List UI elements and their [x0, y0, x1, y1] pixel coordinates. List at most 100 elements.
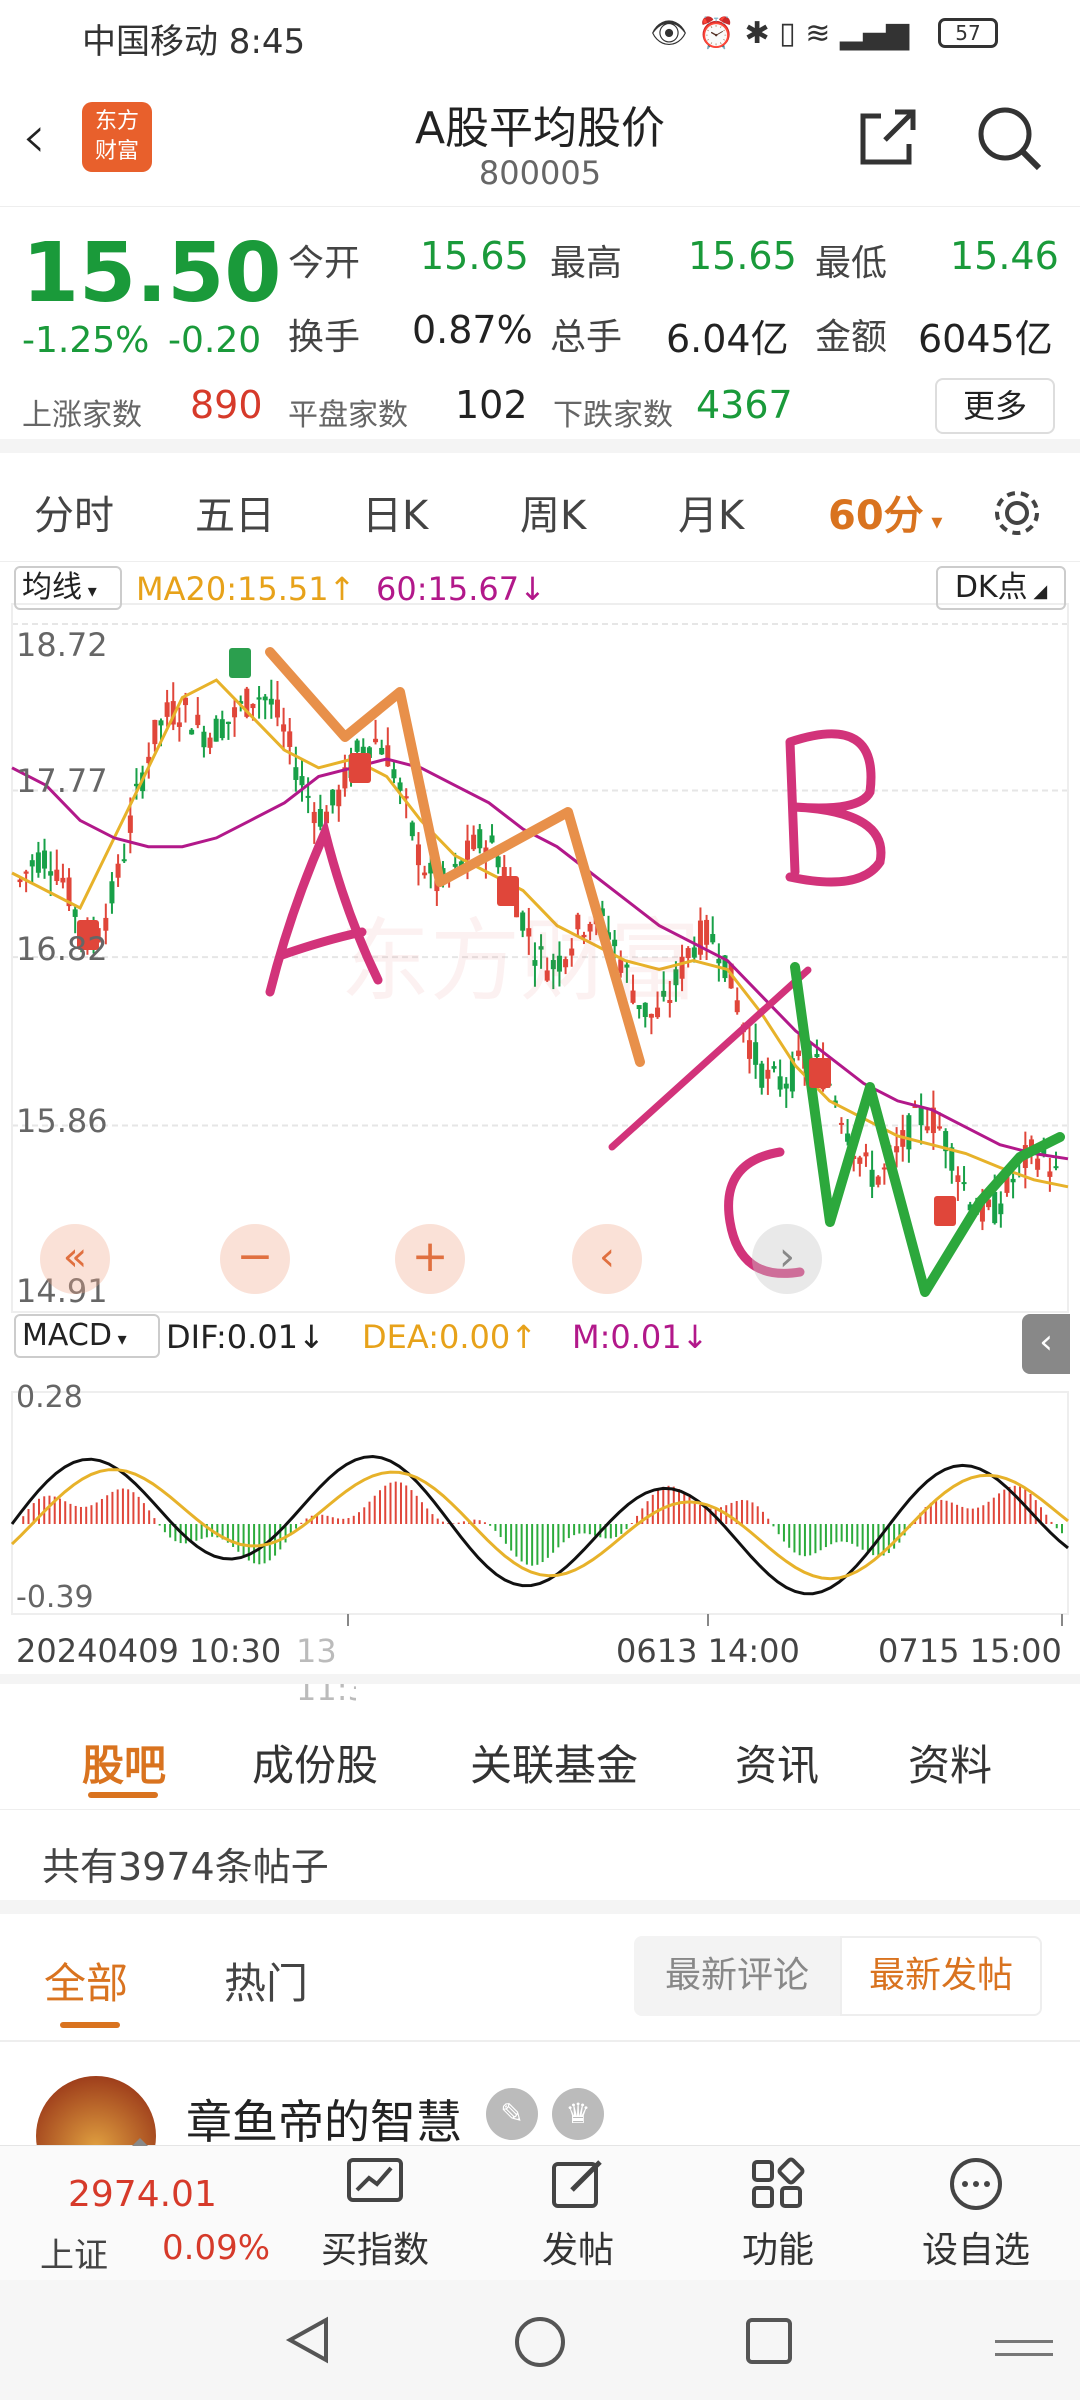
candle-body [152, 719, 158, 745]
grid-apps-icon [752, 2157, 805, 2208]
macd-axis-bottom: -0.39 [16, 1580, 94, 1615]
candle-body [336, 789, 342, 807]
down-label: 下跌家数 [553, 398, 673, 433]
candle-body [287, 731, 293, 747]
filter-all[interactable]: 全部 [44, 1950, 128, 2011]
last-price: 15.50 [22, 226, 282, 321]
header: ‹ 东方 财富 A股平均股价 800005 [0, 72, 1080, 207]
high-value: 15.65 [688, 234, 797, 278]
index-pct: 0.09% [162, 2228, 271, 2268]
signal-marker [349, 753, 371, 783]
scroll-left-icon[interactable]: ‹ [572, 1224, 642, 1294]
tab-news[interactable]: 资讯 [735, 1732, 819, 1793]
candle-body [183, 697, 189, 706]
more-dots-icon [950, 2158, 1002, 2210]
quote-panel: 15.50 -1.25% -0.20 上涨家数 890 今开 15.65 最高 … [0, 208, 1080, 453]
system-nav-bar [0, 2280, 1080, 2400]
tab-constituents[interactable]: 成份股 [252, 1732, 378, 1793]
candle-body [127, 815, 133, 833]
macd-axis-top: 0.28 [16, 1380, 83, 1415]
candle-body [373, 738, 379, 743]
scroll-left-fast-icon[interactable]: « [40, 1224, 110, 1294]
shield-icon: ♛ [552, 2088, 604, 2140]
candle-body [317, 809, 323, 827]
candle-body [274, 699, 280, 718]
candle-body [746, 1040, 752, 1059]
candle-body [379, 747, 385, 755]
tab-daily[interactable]: 日K [362, 483, 428, 541]
macd-frame [11, 1391, 1069, 1615]
tab-five-day[interactable]: 五日 [195, 483, 275, 541]
settings-gear-icon[interactable] [990, 486, 1044, 540]
collapse-arrow-icon[interactable] [132, 2138, 148, 2146]
status-icons: 👁 ⏰ ✱ ▯ ≋ ▂▄▆ [650, 16, 910, 51]
post-author[interactable]: 章鱼帝的智慧 [186, 2086, 462, 2152]
candle-body [937, 1126, 943, 1129]
candle-body [219, 719, 225, 739]
candle-body [648, 1013, 654, 1018]
back-icon[interactable]: ‹ [22, 102, 46, 172]
up-value: 890 [190, 383, 263, 427]
sort-latest-post[interactable]: 最新发帖 [840, 1936, 1042, 2016]
zoom-in-icon[interactable]: + [395, 1224, 465, 1294]
candle-body [734, 1000, 740, 1013]
high-label: 最高 [550, 243, 623, 284]
candle-body [710, 934, 716, 943]
tab-monthly[interactable]: 月K [678, 483, 744, 541]
search-icon[interactable] [975, 104, 1045, 174]
candle-body [1035, 1158, 1041, 1170]
candle-body [103, 917, 109, 931]
tab-related-funds[interactable]: 关联基金 [470, 1732, 638, 1793]
candle-body [422, 872, 428, 876]
time-label-2: 0613 14:00 [616, 1632, 800, 1670]
battery-icon: 57 [938, 18, 998, 48]
more-button[interactable]: 更多 [935, 378, 1055, 434]
post-button[interactable]: 发帖 [508, 2156, 648, 2273]
candle-body [281, 724, 287, 732]
buy-index-button[interactable]: 买指数 [305, 2156, 445, 2273]
scroll-right-icon[interactable]: › [752, 1224, 822, 1294]
post-tabs: 股吧 成份股 关联基金 资讯 资料 [0, 1700, 1080, 1810]
tab-guba[interactable]: 股吧 [82, 1732, 166, 1793]
axis-price-1: 18.72 [16, 626, 108, 664]
chart-trend-icon [347, 2158, 403, 2202]
section-divider [0, 1900, 1080, 1914]
candle-body [207, 737, 213, 748]
candle-body [42, 850, 48, 869]
tab-profile[interactable]: 资料 [908, 1732, 992, 1793]
low-value: 15.46 [950, 234, 1059, 278]
candle-body [299, 776, 305, 786]
candle-body [771, 1066, 777, 1069]
ma60-label: 60:15.67↓ [376, 570, 546, 608]
nav-back-icon[interactable] [282, 2314, 334, 2366]
macd-select[interactable]: MACD ▾ [14, 1314, 160, 1358]
nav-recent-icon[interactable] [742, 2314, 798, 2370]
share-icon[interactable] [855, 106, 919, 170]
candle-body [1053, 1166, 1059, 1169]
candle-body [961, 1182, 967, 1185]
candle-body [471, 834, 477, 850]
candle-body [262, 696, 268, 701]
turnover-value: 0.87% [412, 308, 533, 352]
candle-body [109, 881, 115, 904]
ma-select[interactable]: 均线 ▾ [14, 566, 122, 610]
nav-home-icon[interactable] [512, 2314, 568, 2370]
add-watchlist-button[interactable]: 设自选 [906, 2156, 1046, 2273]
dk-point-button[interactable]: DK点 ◢ [936, 566, 1066, 610]
tab-weekly[interactable]: 周K [520, 483, 586, 541]
candle-body [189, 729, 195, 735]
zoom-out-icon[interactable]: − [220, 1224, 290, 1294]
kline-svg: 东方财富ABC [10, 603, 1069, 1626]
functions-button[interactable]: 功能 [708, 2156, 848, 2273]
candle-body [354, 740, 360, 752]
sort-latest-comment[interactable]: 最新评论 [634, 1936, 840, 2016]
candle-body [452, 863, 458, 867]
tab-60min[interactable]: 60分 ▾ [828, 483, 942, 541]
candle-body [305, 795, 311, 798]
candle-body [881, 1167, 887, 1170]
nav-menu-icon[interactable] [995, 2340, 1053, 2356]
filter-hot[interactable]: 热门 [224, 1950, 308, 2011]
collapse-panel-icon[interactable]: ‹ [1022, 1314, 1070, 1374]
tab-intraday[interactable]: 分时 [34, 483, 114, 541]
candle-body [115, 863, 121, 878]
